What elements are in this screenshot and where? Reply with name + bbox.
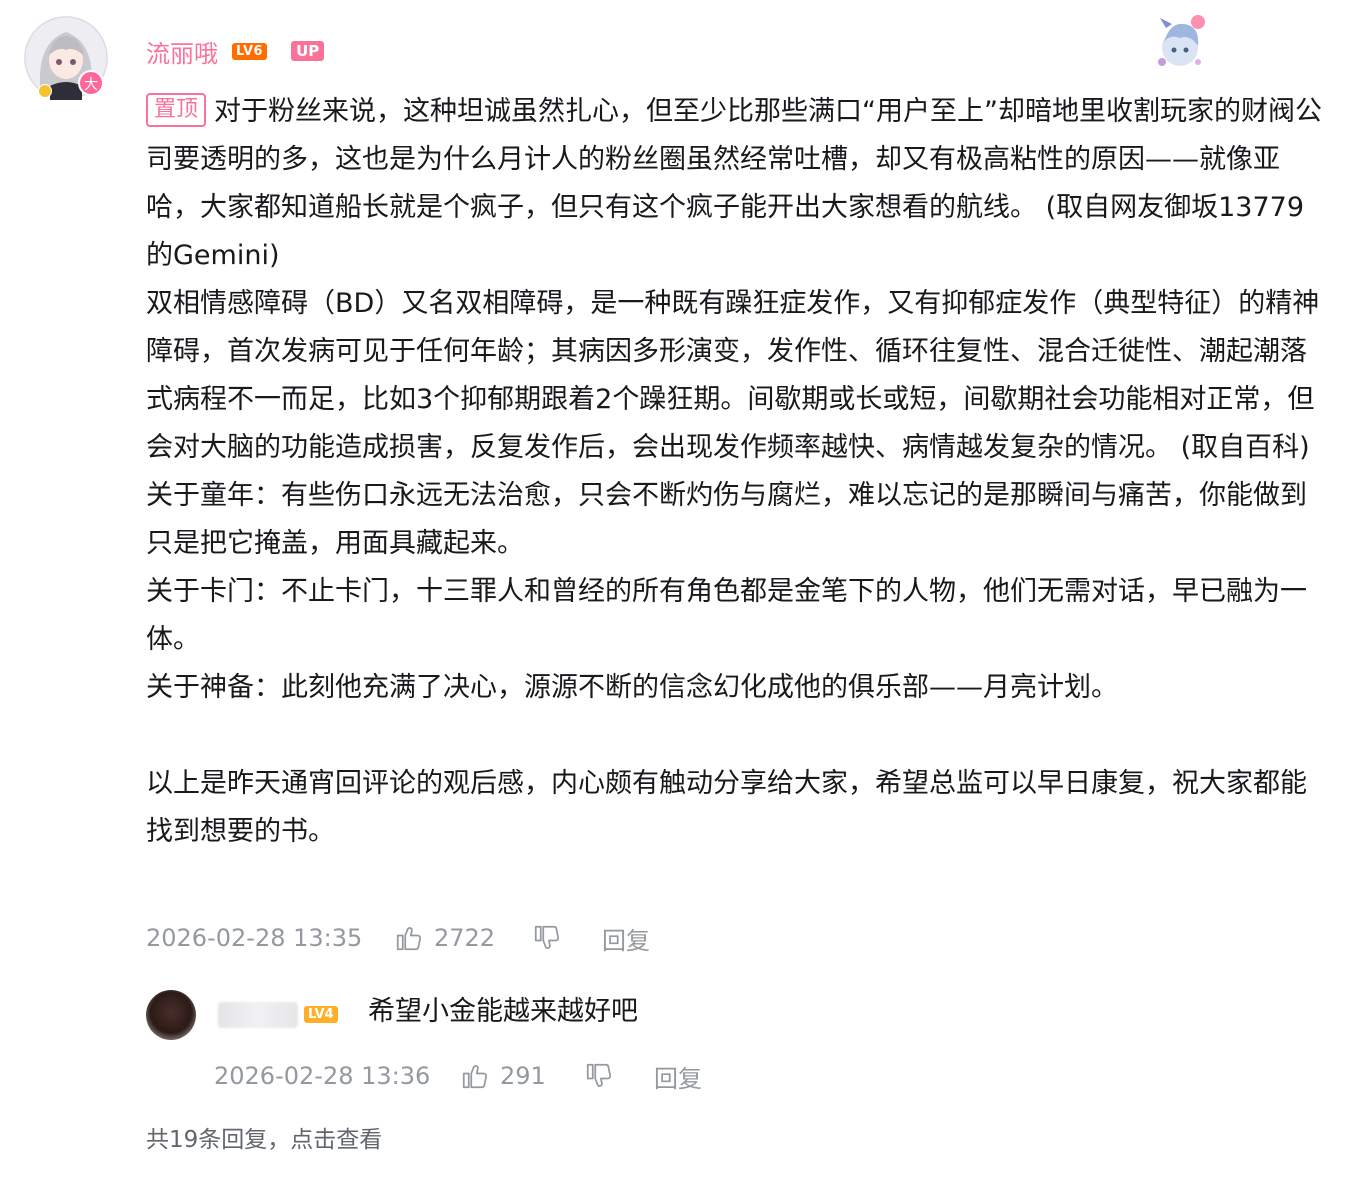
comment-paragraph-2: 双相情感障碍（BD）又名双相障碍，是一种既有躁狂症发作，又有抑郁症发作（典型特征… — [146, 288, 1320, 463]
reply-meta: 2026-02-28 13:36 291 回复 — [214, 1056, 702, 1096]
reply-timestamp: 2026-02-28 13:36 — [214, 1062, 431, 1090]
comment-paragraph-1: 置顶 对于粉丝来说，这种坦诚虽然扎心，但至少比那些满口“用户至上”却暗地里收割玩家… — [146, 88, 1326, 280]
dislike-button[interactable] — [532, 923, 602, 953]
reply-like-count: 291 — [500, 1062, 546, 1090]
reply-button[interactable]: 回复 — [602, 921, 650, 956]
comment-meta: 2026-02-28 13:35 2722 回复 — [146, 918, 650, 958]
reply-dislike-button[interactable] — [584, 1061, 654, 1091]
reply-username-blurred[interactable] — [218, 1002, 298, 1028]
up-badge: UP — [291, 41, 325, 61]
paragraph-text: 对于粉丝来说，这种坦诚虽然扎心，但至少比那些满口“用户至上”却暗地里收割玩家的财… — [146, 96, 1322, 271]
comment-paragraph-3: 关于童年：有些伤口永远无法治愈，只会不断灼伤与腐烂，难以忘记的是那瞬间与痛苦，你… — [146, 480, 1307, 559]
comment-timestamp: 2026-02-28 13:35 — [146, 924, 363, 952]
comment-header: 流丽哦 LV6 UP — [146, 34, 325, 69]
avatar-badge: 大 — [78, 70, 104, 96]
pinned-badge: 置顶 — [146, 93, 207, 127]
comment-paragraph-4: 关于卡门：不止卡门，十三罪人和曾经的所有角色都是金笔下的人物，他们无需对话，早已… — [146, 576, 1307, 655]
thumb-down-icon — [586, 1063, 612, 1087]
reply-reply-button[interactable]: 回复 — [654, 1059, 702, 1094]
coin-icon — [38, 84, 52, 98]
comment-paragraph-5: 关于神备：此刻他充满了决心，源源不断的信念幻化成他的俱乐部——月亮计划。 — [146, 672, 1118, 703]
decoration-sticker-icon — [1150, 12, 1210, 72]
reply-text: 希望小金能越来越好吧 — [368, 996, 638, 1027]
thumb-down-icon — [534, 925, 560, 949]
thumb-up-icon — [462, 1065, 488, 1089]
like-count: 2722 — [434, 924, 496, 952]
comment-paragraph-6: 以上是昨天通宵回评论的观后感，内心颇有触动分享给大家，希望总监可以早日康复，祝大… — [146, 768, 1307, 847]
level-badge: LV6 — [232, 42, 268, 60]
username[interactable]: 流丽哦 — [146, 34, 218, 69]
reply-like-button[interactable]: 291 — [460, 1061, 584, 1091]
like-button[interactable]: 2722 — [394, 923, 532, 953]
view-more-replies-link[interactable]: 共19条回复，点击查看 — [146, 1120, 382, 1154]
thumb-up-icon — [396, 927, 422, 951]
user-avatar[interactable]: 大 — [24, 16, 108, 100]
reply-level-badge: LV4 — [304, 1006, 338, 1023]
comment-body: 置顶 对于粉丝来说，这种坦诚虽然扎心，但至少比那些满口“用户至上”却暗地里收割玩家… — [146, 88, 1326, 856]
reply-avatar[interactable] — [146, 990, 196, 1040]
